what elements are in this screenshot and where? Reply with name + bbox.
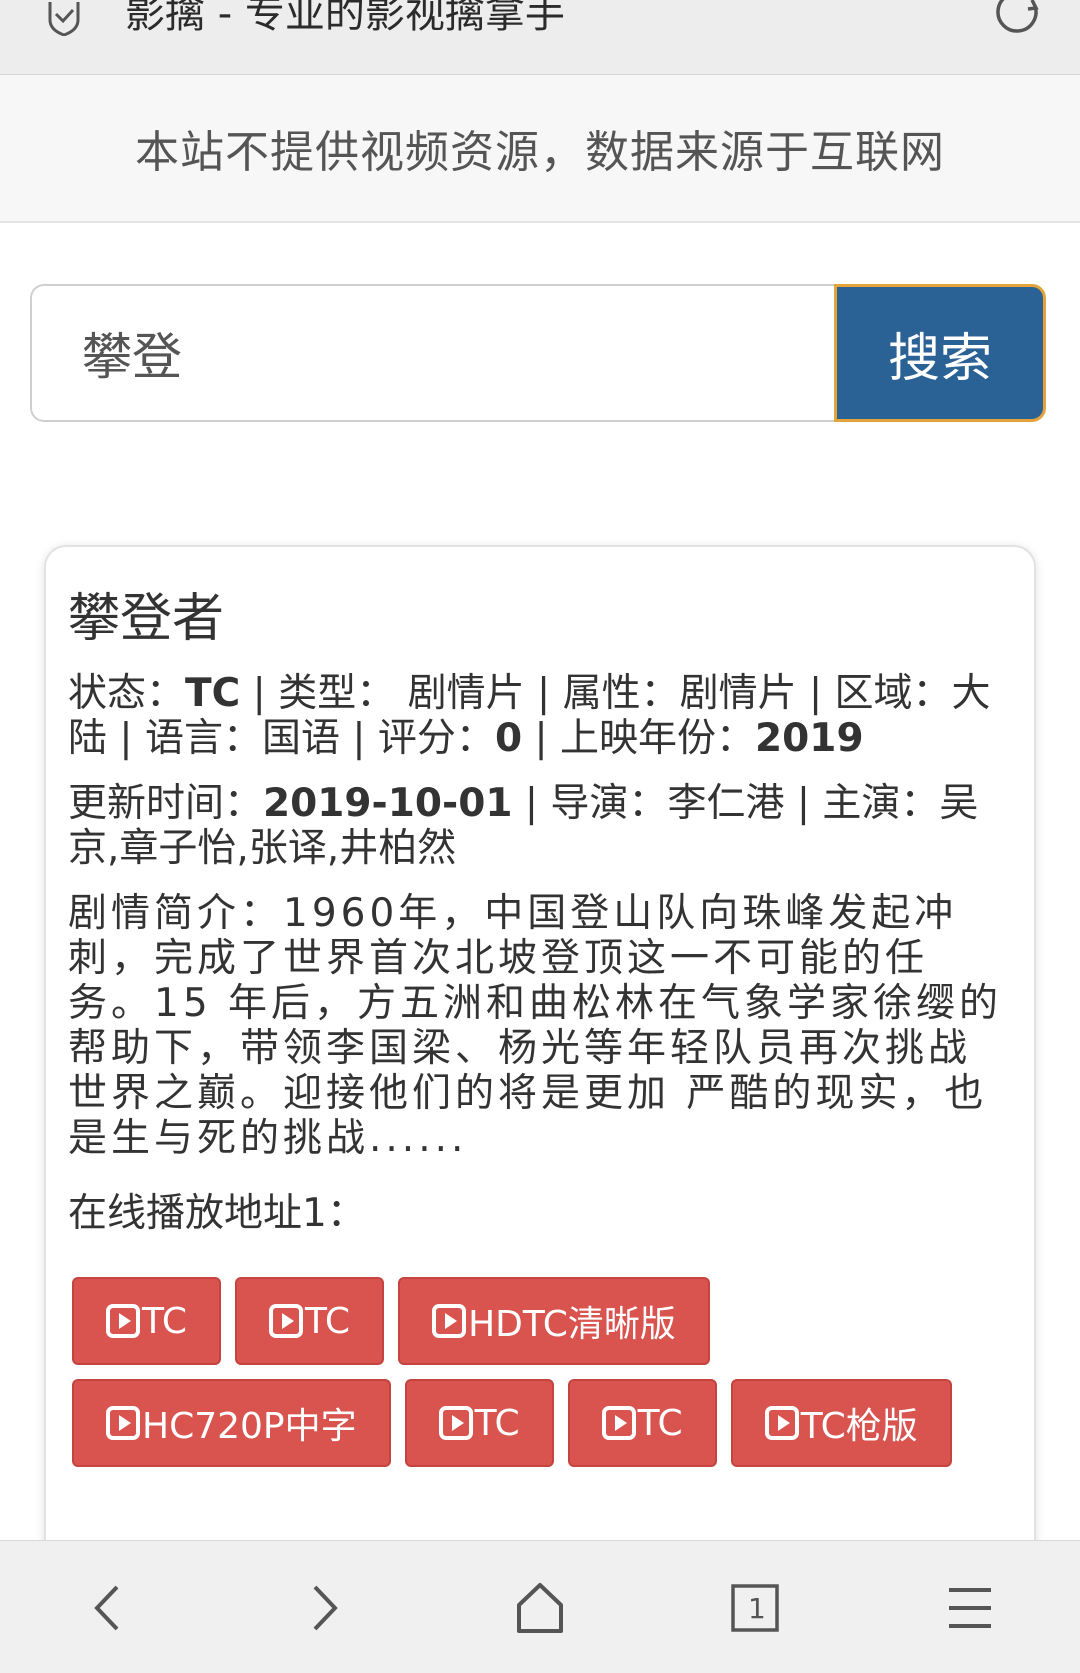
forward-icon [313, 1585, 338, 1630]
play-icon [601, 1406, 636, 1440]
play-button[interactable]: TC [235, 1277, 385, 1365]
year-value: 2019 [755, 716, 864, 761]
browser-bottom-bar: 1 [0, 1540, 1080, 1673]
play-icon [764, 1406, 799, 1440]
play-icon [106, 1304, 140, 1338]
play-address-label: 在线播放地址1： [68, 1191, 366, 1236]
tab-count: 1 [748, 1592, 766, 1625]
disclaimer-banner: 本站不提供视频资源，数据来源于互联网 [0, 75, 1080, 223]
reload-icon[interactable] [994, 0, 1040, 34]
play-button[interactable]: TC [72, 1277, 222, 1365]
menu-icon [949, 1587, 991, 1628]
result-meta: 状态：TC | 类型： 剧情片 | 属性：剧情片 | 区域：大陆 | 语言：国语… [68, 671, 991, 761]
updated-value: 2019-10-01 [263, 781, 513, 826]
forward-button[interactable] [280, 1541, 370, 1673]
rating-value: 0 [494, 716, 523, 761]
menu-button[interactable] [925, 1541, 1015, 1673]
result-credits: 更新时间：2019-10-01 | 导演：李仁港 | 主演：吴京,章子怡,张译,… [68, 781, 979, 871]
attr-value: 剧情片 [679, 671, 797, 716]
tabs-button[interactable]: 1 [710, 1541, 800, 1673]
browser-title: 影擒 - 专业的影视擒拿手 [125, 0, 565, 37]
play-icon [432, 1304, 467, 1338]
result-synopsis: 剧情简介：1960年，中国登山队向珠峰发起冲刺，完成了世界首次北坡登顶这一不可能… [68, 891, 1003, 1161]
result-title[interactable]: 攀登者 [68, 587, 1012, 651]
play-button[interactable]: TC [567, 1379, 717, 1467]
play-button[interactable]: HDTC清晰版 [398, 1277, 710, 1365]
back-button[interactable] [62, 1541, 152, 1673]
browser-top-bar: 影擒 - 专业的影视擒拿手 [0, 0, 1080, 75]
back-icon [94, 1585, 119, 1630]
play-button[interactable]: TC [404, 1379, 554, 1467]
home-button[interactable] [495, 1541, 585, 1673]
language-value: 国语 [261, 716, 340, 761]
search-bar: 攀登 搜索 [30, 284, 1046, 422]
play-button[interactable]: TC枪版 [730, 1379, 952, 1467]
play-icon [106, 1406, 140, 1440]
play-button-list: TC TC HDTC清晰版 HC720P中字 TC TC TC枪版 [68, 1277, 968, 1467]
play-button[interactable]: HC720P中字 [72, 1379, 391, 1467]
page: 影擒 - 专业的影视擒拿手 本站不提供视频资源，数据来源于互联网 攀登 搜索 攀… [0, 0, 1080, 1673]
status-value: TC [185, 671, 241, 716]
home-icon [517, 1582, 563, 1633]
director-value: 李仁港 [667, 781, 785, 826]
search-input[interactable]: 攀登 [30, 284, 836, 422]
result-card: 攀登者 状态：TC | 类型： 剧情片 | 属性：剧情片 | 区域：大陆 | 语… [44, 545, 1036, 1565]
play-icon [438, 1406, 473, 1440]
genre-value: 剧情片 [407, 671, 525, 716]
search-button[interactable]: 搜索 [834, 284, 1046, 422]
shield-check-icon [48, 2, 80, 36]
play-icon [269, 1304, 304, 1338]
